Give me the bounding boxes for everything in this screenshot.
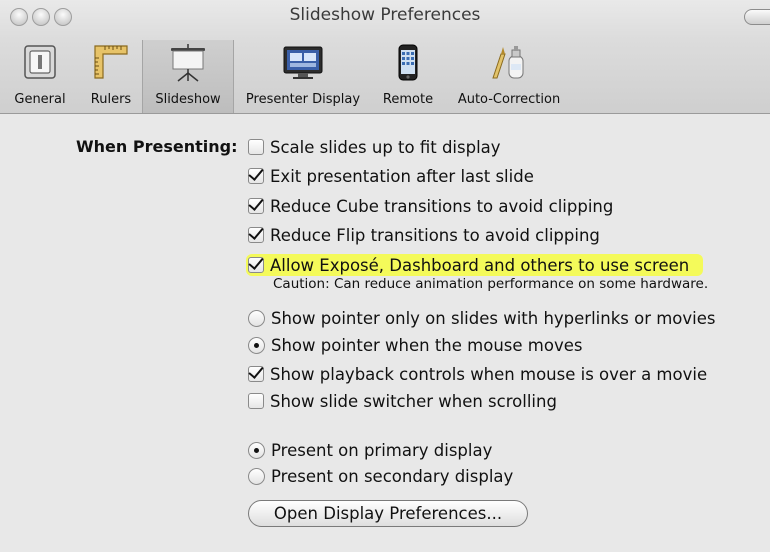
reduce-flip-checkbox[interactable]: Reduce Flip transitions to avoid clippin… [248,224,600,246]
ruler-icon [91,44,131,84]
checkbox-label: Allow Exposé, Dashboard and others to us… [270,255,690,275]
tab-general[interactable]: General [0,40,80,113]
caution-note: Caution: Can reduce animation performanc… [273,276,709,292]
radio-label: Present on primary display [271,440,493,460]
checkbox-label: Scale slides up to fit display [270,137,501,157]
checkbox-checked[interactable] [248,227,264,243]
radio-selected[interactable] [248,336,265,354]
primary-display-radio[interactable]: Present on primary display [248,439,492,461]
radio-selected[interactable] [248,441,265,459]
checkbox-label: Exit presentation after last slide [270,166,534,186]
tab-general-label: General [14,92,66,107]
pointer-hyperlinks-radio[interactable]: Show pointer only on slides with hyperli… [248,307,716,329]
projector-screen-icon [168,44,208,86]
tab-slideshow-label: Slideshow [155,92,221,107]
checkbox-checked[interactable] [248,257,264,273]
iphone-remote-icon [393,44,423,86]
radio-label: Show pointer only on slides with hyperli… [271,308,716,328]
secondary-display-radio[interactable]: Present on secondary display [248,465,513,487]
radio-label: Show pointer when the mouse moves [271,335,583,355]
radio-unselected[interactable] [248,309,265,327]
checkbox-label: Reduce Flip transitions to avoid clippin… [270,225,600,245]
checkbox-label: Reduce Cube transitions to avoid clippin… [270,196,614,216]
when-presenting-heading: When Presenting: [76,137,238,156]
scale-slides-checkbox[interactable]: Scale slides up to fit display [248,136,501,158]
checkbox-checked[interactable] [248,168,264,184]
tab-slideshow[interactable]: Slideshow [142,40,234,113]
playback-controls-checkbox[interactable]: Show playback controls when mouse is ove… [248,363,707,385]
tab-presenter-display-label: Presenter Display [245,92,361,107]
slide-switcher-checkbox[interactable]: Show slide switcher when scrolling [248,390,557,412]
preferences-window: Slideshow Preferences General Rulers Sli… [0,0,770,552]
allow-expose-checkbox[interactable]: Allow Exposé, Dashboard and others to us… [246,254,704,276]
checkbox-label: Show playback controls when mouse is ove… [270,364,708,384]
general-icon [20,44,60,84]
tab-remote[interactable]: Remote [374,40,442,113]
exit-presentation-checkbox[interactable]: Exit presentation after last slide [248,165,534,187]
tab-presenter-display[interactable]: Presenter Display [232,40,374,113]
checkbox-checked[interactable] [248,366,264,382]
checkbox-unchecked[interactable] [248,393,264,409]
radio-label: Present on secondary display [271,466,514,486]
open-display-preferences-button[interactable]: Open Display Preferences... [248,500,528,527]
checkbox-label: Show slide switcher when scrolling [270,391,557,411]
radio-unselected[interactable] [248,467,265,485]
checkbox-unchecked[interactable] [248,139,264,155]
pointer-mouse-moves-radio[interactable]: Show pointer when the mouse moves [248,334,582,356]
tab-rulers[interactable]: Rulers [80,40,142,113]
auto-correction-icon [487,44,531,86]
display-icon [281,44,325,84]
toolbar-toggle-button[interactable] [744,9,770,25]
tab-rulers-label: Rulers [90,92,132,107]
tab-auto-correction-label: Auto-Correction [457,92,561,107]
reduce-cube-checkbox[interactable]: Reduce Cube transitions to avoid clippin… [248,195,613,217]
checkbox-checked[interactable] [248,198,264,214]
tab-auto-correction[interactable]: Auto-Correction [442,40,576,113]
tab-remote-label: Remote [382,92,434,107]
window-title: Slideshow Preferences [289,5,481,25]
